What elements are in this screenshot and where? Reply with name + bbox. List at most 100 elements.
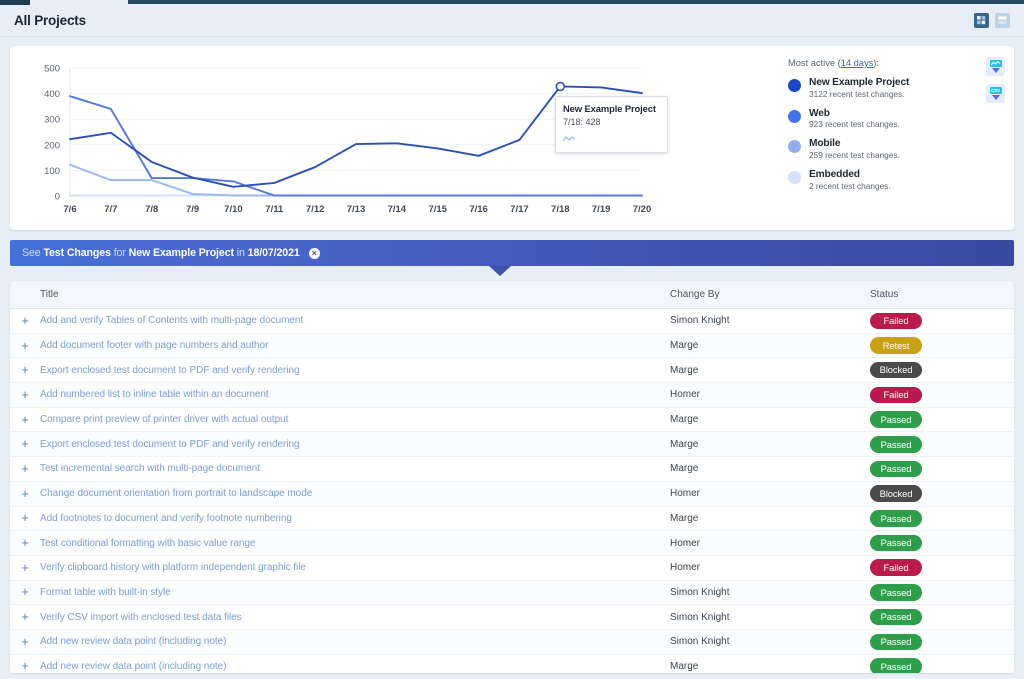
- table-row[interactable]: + Change document orientation from portra…: [10, 481, 1014, 507]
- test-title-link[interactable]: Add and verify Tables of Contents with m…: [40, 315, 303, 326]
- expand-cell[interactable]: +: [10, 530, 40, 556]
- table-row[interactable]: + Verify clipboard history with platform …: [10, 555, 1014, 581]
- expand-cell[interactable]: +: [10, 407, 40, 433]
- test-title-link[interactable]: Verify clipboard history with platform i…: [40, 562, 306, 573]
- test-title-link[interactable]: Test conditional formatting with basic v…: [40, 538, 255, 549]
- test-title-link[interactable]: Test incremental search with multi-page …: [40, 463, 260, 474]
- banner-project-label[interactable]: New Example Project: [129, 247, 234, 259]
- table-row[interactable]: + Add numbered list to inline table withi…: [10, 382, 1014, 408]
- table-row[interactable]: + Add new review data point (including no…: [10, 629, 1014, 655]
- cell-title: Test conditional formatting with basic v…: [40, 530, 670, 556]
- test-title-link[interactable]: Change document orientation from portrai…: [40, 488, 312, 499]
- expand-cell[interactable]: +: [10, 357, 40, 384]
- cell-title: Test incremental search with multi-page …: [40, 456, 670, 482]
- column-header-status[interactable]: Status: [870, 281, 1014, 309]
- cell-change-by: Simon Knight: [670, 308, 870, 334]
- table-row[interactable]: + Test incremental search with multi-page…: [10, 456, 1014, 482]
- cell-status: Passed: [870, 506, 1014, 532]
- test-title-link[interactable]: Export enclosed test document to PDF and…: [40, 439, 300, 450]
- column-header-change-by[interactable]: Change By: [670, 281, 870, 309]
- legend-range-link[interactable]: 14 days: [841, 58, 874, 68]
- plus-icon[interactable]: +: [21, 339, 29, 352]
- close-icon[interactable]: ×: [308, 247, 320, 259]
- expand-cell[interactable]: +: [10, 481, 40, 507]
- legend-item[interactable]: Embedded 2 recent test changes.: [788, 169, 978, 192]
- test-title-link[interactable]: Add document footer with page numbers an…: [40, 340, 268, 351]
- plus-icon[interactable]: +: [21, 585, 29, 598]
- test-title-link[interactable]: Export enclosed test document to PDF and…: [40, 365, 300, 376]
- download-arrow-icon: [991, 95, 1000, 100]
- tooltip-title: New Example Project: [563, 103, 656, 114]
- cell-title: Change document orientation from portrai…: [40, 481, 670, 507]
- expand-cell[interactable]: +: [10, 629, 40, 655]
- table-row[interactable]: + Add new review data point (including no…: [10, 654, 1014, 673]
- expand-cell[interactable]: +: [10, 456, 40, 482]
- expand-cell[interactable]: +: [10, 506, 40, 532]
- banner-in-label: in: [236, 247, 245, 259]
- table-row[interactable]: + Add document footer with page numbers a…: [10, 333, 1014, 359]
- table-row[interactable]: + Export enclosed test document to PDF an…: [10, 357, 1014, 384]
- grid-view-icon[interactable]: [974, 13, 989, 28]
- cell-change-by: Homer: [670, 481, 870, 507]
- plus-icon[interactable]: +: [21, 388, 29, 401]
- table-row[interactable]: + Verify CSV import with enclosed test da…: [10, 604, 1014, 630]
- table-row[interactable]: + Add footnotes to document and verify fo…: [10, 506, 1014, 532]
- plus-icon[interactable]: +: [21, 363, 29, 376]
- download-csv-button[interactable]: CSV: [986, 84, 1005, 103]
- svg-text:7/16: 7/16: [469, 204, 488, 215]
- plus-icon[interactable]: +: [21, 314, 29, 327]
- list-view-icon[interactable]: [995, 13, 1010, 28]
- svg-text:200: 200: [44, 140, 60, 151]
- status-badge: Blocked: [870, 361, 922, 379]
- legend-item[interactable]: Web 923 recent test changes.: [788, 108, 978, 131]
- legend-color-dot: [788, 109, 801, 123]
- expand-cell[interactable]: +: [10, 382, 40, 408]
- legend-item-name: Embedded: [809, 169, 860, 181]
- plus-icon[interactable]: +: [21, 610, 29, 623]
- plus-icon[interactable]: +: [21, 511, 29, 524]
- plus-icon[interactable]: +: [21, 462, 29, 475]
- test-title-link[interactable]: Compare print preview of printer driver …: [40, 414, 288, 425]
- table-row[interactable]: + Export enclosed test document to PDF an…: [10, 431, 1014, 458]
- plus-icon[interactable]: +: [21, 561, 29, 574]
- expand-cell[interactable]: +: [10, 604, 40, 630]
- expand-cell[interactable]: +: [10, 333, 40, 359]
- test-title-link[interactable]: Add numbered list to inline table within…: [40, 389, 269, 400]
- column-header-title[interactable]: Title: [40, 281, 670, 309]
- table-row[interactable]: + Test conditional formatting with basic …: [10, 530, 1014, 556]
- cell-change-by: Simon Knight: [670, 580, 870, 606]
- plus-icon[interactable]: +: [21, 437, 29, 450]
- test-title-link[interactable]: Add new review data point (including not…: [40, 661, 226, 672]
- plus-icon[interactable]: +: [21, 413, 29, 426]
- chrome-tab-active[interactable]: [128, 0, 1024, 4]
- test-title-link[interactable]: Format table with built-in style: [40, 587, 171, 598]
- plus-icon[interactable]: +: [21, 487, 29, 500]
- expand-cell[interactable]: +: [10, 555, 40, 581]
- legend-color-dot: [788, 140, 801, 154]
- expand-cell[interactable]: +: [10, 431, 40, 458]
- expand-cell[interactable]: +: [10, 654, 40, 673]
- plus-icon[interactable]: +: [21, 635, 29, 648]
- filter-banner: See Test Changes for New Example Project…: [10, 240, 1014, 266]
- table-row[interactable]: + Format table with built-in style Simon K…: [10, 580, 1014, 606]
- plus-icon[interactable]: +: [21, 536, 29, 549]
- cell-change-by: Homer: [670, 530, 870, 556]
- expand-cell[interactable]: +: [10, 308, 40, 334]
- test-title-link[interactable]: Verify CSV import with enclosed test dat…: [40, 612, 242, 623]
- legend-item[interactable]: Mobile 259 recent test changes.: [788, 138, 978, 161]
- svg-text:7/12: 7/12: [306, 204, 325, 215]
- table-row[interactable]: + Add and verify Tables of Contents with …: [10, 308, 1014, 334]
- banner-test-changes-label[interactable]: Test Changes: [43, 247, 111, 259]
- download-image-button[interactable]: [986, 57, 1005, 76]
- cell-status: Passed: [870, 629, 1014, 655]
- test-title-link[interactable]: Add footnotes to document and verify foo…: [40, 513, 292, 524]
- cell-status: Passed: [870, 407, 1014, 433]
- legend-item[interactable]: New Example Project 3122 recent test chan…: [788, 77, 978, 100]
- test-title-link[interactable]: Add new review data point (including not…: [40, 636, 226, 647]
- status-badge: Passed: [870, 436, 922, 453]
- table-row[interactable]: + Compare print preview of printer driver…: [10, 407, 1014, 433]
- plus-icon[interactable]: +: [21, 659, 29, 672]
- expand-cell[interactable]: +: [10, 580, 40, 606]
- banner-date-label[interactable]: 18/07/2021: [248, 247, 300, 259]
- status-badge: Passed: [870, 534, 922, 552]
